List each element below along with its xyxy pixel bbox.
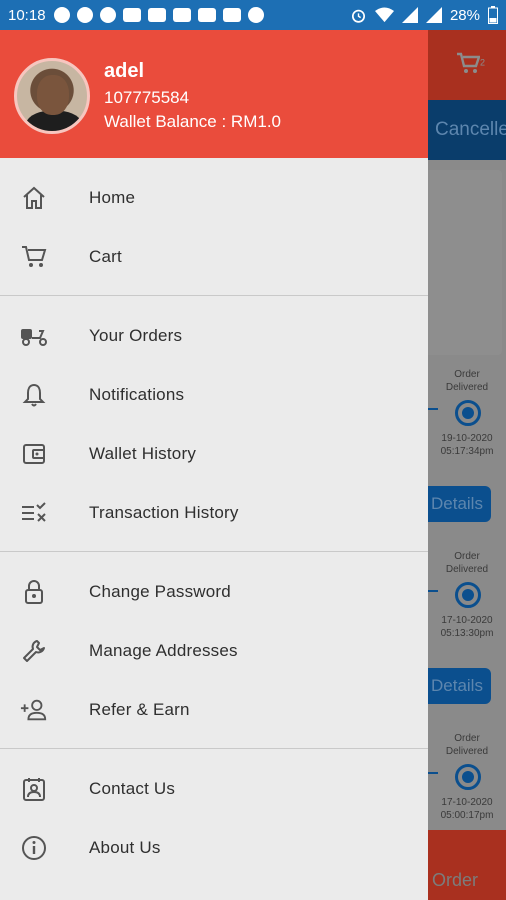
lock-icon bbox=[20, 579, 48, 605]
status-dot-icon bbox=[455, 582, 481, 608]
menu-item-contact-us[interactable]: Contact Us bbox=[0, 759, 428, 818]
notification-icons bbox=[53, 7, 264, 23]
cart-badge: 2 bbox=[480, 57, 486, 68]
menu-item-home[interactable]: Home bbox=[0, 168, 428, 227]
cart-icon bbox=[20, 244, 48, 270]
divider bbox=[0, 551, 428, 552]
youtube-icon bbox=[172, 8, 191, 22]
wifi-icon bbox=[374, 7, 394, 23]
order-bottom-button[interactable]: Order bbox=[428, 830, 506, 900]
contact-card-icon bbox=[20, 776, 48, 802]
menu-item-about-us[interactable]: About Us bbox=[0, 818, 428, 877]
wallet-icon bbox=[20, 441, 48, 467]
youtube-icon bbox=[197, 8, 216, 22]
background-app: 2 Cancelle Order Delivered 19-10-2020 05… bbox=[428, 30, 506, 900]
status-time: 10:18 bbox=[8, 6, 46, 24]
menu-item-label: Home bbox=[89, 187, 136, 207]
menu-item-label: Your Orders bbox=[89, 325, 183, 345]
user-name: adel bbox=[104, 60, 145, 82]
menu-item-label: Notifications bbox=[89, 384, 185, 404]
menu-item-notifications[interactable]: Notifications bbox=[0, 365, 428, 424]
tab-cancelled[interactable]: Cancelle bbox=[428, 100, 506, 160]
wrench-icon bbox=[20, 638, 48, 664]
menu-item-cart[interactable]: Cart bbox=[0, 227, 428, 286]
order-status: Order Delivered 17-10-2020 05:00:17pm bbox=[428, 732, 506, 822]
menu-group-account: Your Orders Notifications Wallet History… bbox=[0, 306, 428, 542]
menu-group-info: Contact Us About Us bbox=[0, 759, 428, 877]
menu-item-refer-earn[interactable]: Refer & Earn bbox=[0, 680, 428, 739]
order-status: Order Delivered 17-10-2020 05:13:30pm bbox=[428, 550, 506, 640]
menu-item-change-password[interactable]: Change Password bbox=[0, 562, 428, 621]
location-pin-icon bbox=[53, 7, 70, 23]
menu-item-label: Contact Us bbox=[89, 778, 176, 798]
menu-item-label: Transaction History bbox=[89, 502, 239, 522]
youtube-icon bbox=[122, 8, 141, 22]
menu-item-transaction-history[interactable]: Transaction History bbox=[0, 483, 428, 542]
menu-item-label: Manage Addresses bbox=[89, 640, 238, 660]
menu-item-your-orders[interactable]: Your Orders bbox=[0, 306, 428, 365]
menu-group-main: Home Cart bbox=[0, 158, 428, 286]
youtube-icon bbox=[147, 8, 166, 22]
scooter-icon bbox=[20, 323, 48, 349]
avatar[interactable] bbox=[14, 58, 90, 134]
youtube-icon bbox=[222, 8, 241, 22]
menu-item-wallet-history[interactable]: Wallet History bbox=[0, 424, 428, 483]
menu-item-manage-addresses[interactable]: Manage Addresses bbox=[0, 621, 428, 680]
alarm-icon bbox=[351, 9, 365, 23]
bell-icon bbox=[20, 382, 48, 408]
details-button[interactable]: Details bbox=[428, 486, 491, 522]
menu-item-label: Refer & Earn bbox=[89, 699, 190, 719]
signal-icon bbox=[425, 7, 442, 23]
divider bbox=[0, 748, 428, 749]
home-icon bbox=[20, 185, 48, 211]
details-button[interactable]: Details bbox=[428, 668, 491, 704]
cart-icon[interactable]: 2 bbox=[456, 52, 485, 80]
add-person-icon bbox=[20, 697, 48, 723]
background-toolbar: 2 bbox=[428, 30, 506, 100]
wallet-balance: Wallet Balance : RM1.0 bbox=[104, 112, 281, 131]
facebook-icon bbox=[247, 7, 264, 23]
menu-item-label: Change Password bbox=[89, 581, 231, 601]
menu-item-label: Wallet History bbox=[89, 443, 197, 463]
telegram-icon bbox=[76, 7, 93, 23]
menu-group-settings: Change Password Manage Addresses Refer &… bbox=[0, 562, 428, 739]
facebook-icon bbox=[99, 7, 116, 23]
order-status: Order Delivered 19-10-2020 05:17:34pm bbox=[428, 368, 506, 458]
order-card bbox=[428, 170, 502, 355]
info-icon bbox=[20, 835, 48, 861]
status-bar: 10:18 28% bbox=[0, 0, 506, 30]
status-dot-icon bbox=[455, 764, 481, 790]
list-check-icon bbox=[20, 500, 48, 526]
user-id: 107775584 bbox=[104, 88, 190, 107]
status-dot-icon bbox=[455, 400, 481, 426]
signal-icon bbox=[401, 7, 418, 23]
battery-icon bbox=[488, 6, 498, 24]
menu-item-label: About Us bbox=[89, 837, 161, 857]
navigation-drawer: adel 107775584 Wallet Balance : RM1.0 Ho… bbox=[0, 30, 428, 900]
divider bbox=[0, 295, 428, 296]
drawer-header: adel 107775584 Wallet Balance : RM1.0 bbox=[0, 30, 428, 158]
menu-item-label: Cart bbox=[89, 246, 122, 266]
battery-level: 28% bbox=[449, 6, 480, 24]
